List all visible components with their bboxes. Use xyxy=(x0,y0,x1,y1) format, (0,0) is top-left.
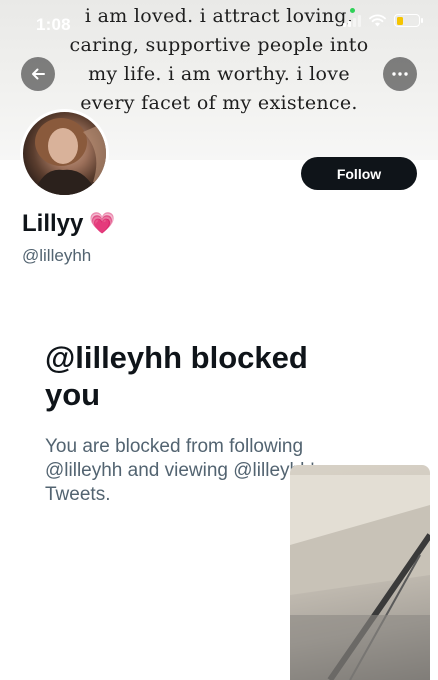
back-button[interactable] xyxy=(21,57,55,91)
battery-icon xyxy=(394,14,423,27)
camera-indicator-icon xyxy=(350,8,355,13)
quote-line: my life. i am worthy. i love xyxy=(88,63,350,85)
heart-emoji-icon: 💗 xyxy=(89,212,116,235)
more-horizontal-icon xyxy=(392,72,408,76)
more-button[interactable] xyxy=(383,57,417,91)
status-time: 1:08 xyxy=(36,15,71,34)
blocked-title: @lilleyhh blocked you xyxy=(45,340,308,412)
pip-video-overlay[interactable] xyxy=(290,465,430,680)
display-name: Lillyy 💗 xyxy=(22,210,116,238)
display-name-text: Lillyy xyxy=(22,210,84,237)
status-icons xyxy=(343,14,423,27)
pip-video-frame xyxy=(290,475,430,680)
avatar[interactable] xyxy=(20,109,109,198)
avatar-photo xyxy=(33,118,106,195)
follow-button[interactable]: Follow xyxy=(301,157,417,190)
arrow-left-icon xyxy=(32,68,45,80)
quote-line: caring, supportive people into xyxy=(69,34,369,56)
cellular-signal-icon xyxy=(343,14,361,27)
wifi-icon xyxy=(369,14,386,27)
user-handle: @lilleyhh xyxy=(22,246,92,265)
